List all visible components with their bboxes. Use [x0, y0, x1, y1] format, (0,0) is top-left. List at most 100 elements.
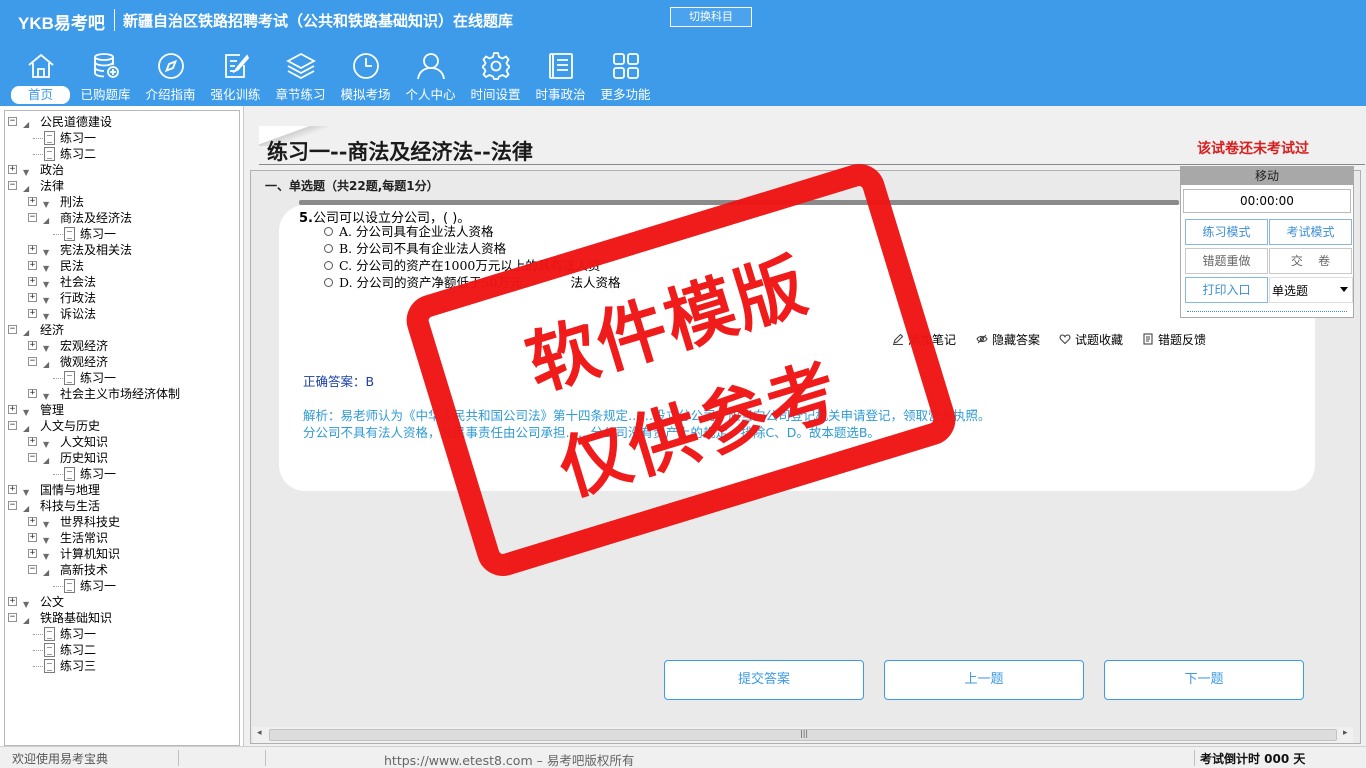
tree-leaf[interactable]: 练习一: [5, 130, 235, 146]
tree-node[interactable]: + ▼ 世界科技史: [5, 514, 235, 530]
option-a[interactable]: A. 分公司具有企业法人资格: [324, 223, 493, 240]
collapse-icon[interactable]: −: [28, 357, 37, 366]
expand-icon[interactable]: +: [28, 517, 37, 526]
tree-node[interactable]: − ◢ 公民道德建设: [5, 114, 235, 130]
nav-home[interactable]: 首页: [8, 48, 73, 104]
tree-node[interactable]: − ◢ 高新技术: [5, 562, 235, 578]
exam-mode-button[interactable]: 考试模式: [1269, 219, 1352, 245]
tree-node[interactable]: + ▼ 政治: [5, 162, 235, 178]
add-note-action[interactable]: 添加笔记: [892, 331, 956, 348]
tree-node[interactable]: + ▼ 社会法: [5, 274, 235, 290]
tree-node[interactable]: + ▼ 宪法及相关法: [5, 242, 235, 258]
radio-icon[interactable]: [324, 244, 333, 253]
expand-icon[interactable]: +: [28, 277, 37, 286]
tree-node[interactable]: + ▼ 国情与地理: [5, 482, 235, 498]
tree-node[interactable]: − ◢ 经济: [5, 322, 235, 338]
tree-leaf[interactable]: 练习一: [5, 466, 235, 482]
collapse-icon[interactable]: −: [8, 325, 17, 334]
radio-icon[interactable]: [324, 261, 333, 270]
collapse-icon[interactable]: −: [28, 213, 37, 222]
report-error-action[interactable]: 错题反馈: [1142, 331, 1206, 348]
tree-leaf[interactable]: 练习一: [5, 578, 235, 594]
nav-purchased[interactable]: 已购题库: [73, 48, 138, 104]
next-question-button[interactable]: 下一题: [1104, 660, 1304, 700]
question-type-select[interactable]: 单选题: [1269, 277, 1353, 303]
tree-leaf[interactable]: 练习二: [5, 642, 235, 658]
expand-icon[interactable]: +: [28, 245, 37, 254]
move-handle[interactable]: 移动: [1181, 167, 1353, 185]
tree-node[interactable]: − ◢ 科技与生活: [5, 498, 235, 514]
tree-node[interactable]: + ▼ 人文知识: [5, 434, 235, 450]
nav-guide[interactable]: 介绍指南: [138, 48, 203, 104]
switch-subject-button[interactable]: 切换科目: [670, 7, 752, 27]
collapse-icon[interactable]: −: [8, 421, 17, 430]
tree-leaf[interactable]: 练习一: [5, 370, 235, 386]
expand-icon[interactable]: +: [28, 261, 37, 270]
favorite-action[interactable]: 试题收藏: [1059, 331, 1123, 348]
expand-icon[interactable]: +: [28, 549, 37, 558]
tree-leaf[interactable]: 练习三: [5, 658, 235, 674]
tree-leaf[interactable]: 练习二: [5, 146, 235, 162]
expand-icon[interactable]: +: [28, 309, 37, 318]
tree-leaf[interactable]: 练习一: [5, 226, 235, 242]
expand-icon[interactable]: +: [28, 533, 37, 542]
expand-icon[interactable]: +: [28, 389, 37, 398]
nav-training[interactable]: 强化训练: [203, 48, 268, 104]
tree-node[interactable]: − ◢ 商法及经济法: [5, 210, 235, 226]
category-tree[interactable]: − ◢ 公民道德建设 练习一 练习二 + ▼ 政治 − ◢ 法律 + ▼ 刑法 − ◢ 商法及经济法 练习一 + ▼ 宪…: [4, 110, 240, 746]
nav-mock-exam[interactable]: 模拟考场: [333, 48, 398, 104]
panel-slider[interactable]: [1187, 311, 1347, 312]
expand-icon[interactable]: +: [8, 165, 17, 174]
tree-leaf[interactable]: 练习一: [5, 626, 235, 642]
collapse-icon[interactable]: −: [8, 181, 17, 190]
nav-time-settings[interactable]: 时间设置: [463, 48, 528, 104]
tree-node[interactable]: + ▼ 生活常识: [5, 530, 235, 546]
horizontal-scrollbar[interactable]: ◂ ||| ▸: [253, 727, 1353, 743]
tree-node[interactable]: − ◢ 历史知识: [5, 450, 235, 466]
expand-icon[interactable]: +: [28, 293, 37, 302]
tree-node[interactable]: − ◢ 微观经济: [5, 354, 235, 370]
expand-icon[interactable]: +: [8, 597, 17, 606]
expand-icon[interactable]: +: [28, 341, 37, 350]
tree-node[interactable]: − ◢ 法律: [5, 178, 235, 194]
submit-paper-button[interactable]: 交 卷: [1269, 248, 1352, 274]
nav-current-politics[interactable]: 时事政治: [528, 48, 593, 104]
option-d[interactable]: D. 分公司的资产净额低于50万元 法人资格: [324, 274, 620, 291]
nav-more[interactable]: 更多功能: [593, 48, 658, 104]
submit-answer-button[interactable]: 提交答案: [664, 660, 864, 700]
tree-node[interactable]: + ▼ 计算机知识: [5, 546, 235, 562]
expand-icon[interactable]: +: [28, 197, 37, 206]
tree-node[interactable]: + ▼ 诉讼法: [5, 306, 235, 322]
expand-icon[interactable]: +: [8, 405, 17, 414]
expand-icon[interactable]: +: [28, 437, 37, 446]
redo-wrong-button[interactable]: 错题重做: [1185, 248, 1268, 274]
option-c[interactable]: C. 分公司的资产在1000万元以上的具有法人资: [324, 257, 600, 274]
tree-node[interactable]: + ▼ 行政法: [5, 290, 235, 306]
practice-mode-button[interactable]: 练习模式: [1185, 219, 1268, 245]
option-b[interactable]: B. 分公司不具有企业法人资格: [324, 240, 506, 257]
collapse-icon[interactable]: −: [8, 613, 17, 622]
radio-icon[interactable]: [324, 278, 333, 287]
tree-node[interactable]: + ▼ 宏观经济: [5, 338, 235, 354]
hide-answer-action[interactable]: 隐藏答案: [976, 331, 1040, 348]
nav-chapter[interactable]: 章节练习: [268, 48, 333, 104]
print-button[interactable]: 打印入口: [1185, 277, 1268, 303]
previous-question-button[interactable]: 上一题: [884, 660, 1084, 700]
collapse-icon[interactable]: −: [28, 565, 37, 574]
tree-node[interactable]: − ◢ 铁路基础知识: [5, 610, 235, 626]
tree-node[interactable]: + ▼ 刑法: [5, 194, 235, 210]
nav-personal[interactable]: 个人中心: [398, 48, 463, 104]
collapse-icon[interactable]: −: [8, 117, 17, 126]
collapse-icon[interactable]: −: [8, 501, 17, 510]
scrollbar-thumb[interactable]: |||: [269, 729, 1337, 741]
scroll-right-icon[interactable]: ▸: [1343, 728, 1348, 738]
radio-icon[interactable]: [324, 227, 333, 236]
tree-node[interactable]: + ▼ 公文: [5, 594, 235, 610]
tree-node[interactable]: − ◢ 人文与历史: [5, 418, 235, 434]
tree-node[interactable]: + ▼ 管理: [5, 402, 235, 418]
tree-node[interactable]: + ▼ 民法: [5, 258, 235, 274]
expand-icon[interactable]: +: [8, 485, 17, 494]
scroll-left-icon[interactable]: ◂: [257, 728, 262, 738]
tree-node[interactable]: + ▼ 社会主义市场经济体制: [5, 386, 235, 402]
collapse-icon[interactable]: −: [28, 453, 37, 462]
